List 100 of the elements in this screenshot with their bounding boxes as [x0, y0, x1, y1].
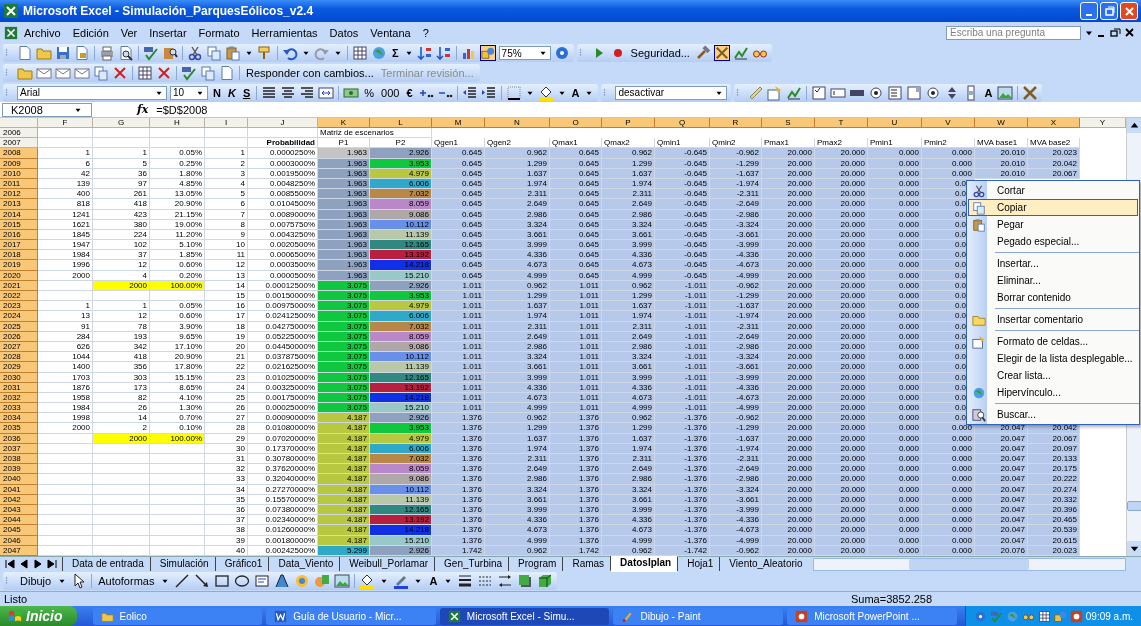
row-header[interactable]: 2010	[0, 168, 38, 179]
taskbar-button[interactable]: Microsoft Excel - Simu...	[439, 607, 610, 625]
row-header[interactable]: 2046	[0, 535, 38, 546]
row-header[interactable]: 2041	[0, 484, 38, 495]
underline-button[interactable]: S	[240, 86, 253, 99]
column-header[interactable]: H	[150, 118, 205, 128]
row-header[interactable]: 2007	[0, 138, 38, 149]
column-header[interactable]: N	[485, 118, 550, 128]
menu-item[interactable]: Edición	[66, 24, 115, 41]
menu-item[interactable]: Ver	[114, 24, 144, 41]
row-header[interactable]: 2012	[0, 189, 38, 200]
row-header[interactable]: 2035	[0, 423, 38, 434]
row-header[interactable]: 2045	[0, 525, 38, 536]
row-header[interactable]: 2023	[0, 301, 38, 312]
row-header[interactable]: 2025	[0, 321, 38, 332]
row-header[interactable]: 2015	[0, 219, 38, 230]
autosum-button[interactable]: Σ	[390, 47, 401, 59]
row-header[interactable]: 2040	[0, 474, 38, 485]
row-header[interactable]: 2028	[0, 352, 38, 363]
column-header[interactable]: M	[432, 118, 485, 128]
row-header[interactable]: 2030	[0, 372, 38, 383]
row-header[interactable]: 2014	[0, 209, 38, 220]
row-header[interactable]: 2044	[0, 515, 38, 526]
column-header[interactable]: I	[205, 118, 248, 128]
formula-field[interactable]: =$D$2008	[156, 103, 208, 116]
column-header[interactable]: S	[762, 118, 815, 128]
column-header[interactable]: W	[975, 118, 1028, 128]
menu-item[interactable]: Copiar	[968, 199, 1138, 216]
percent-button[interactable]: %	[362, 86, 377, 99]
row-header[interactable]: 2029	[0, 362, 38, 373]
menu-item[interactable]: Archivo	[18, 24, 67, 41]
row-header[interactable]: 2019	[0, 260, 38, 271]
column-header[interactable]: V	[922, 118, 975, 128]
column-header[interactable]: T	[815, 118, 868, 128]
column-header[interactable]: L	[370, 118, 432, 128]
row-header[interactable]: 2032	[0, 392, 38, 404]
font-size-dropdown[interactable]: 10	[170, 85, 208, 100]
column-header[interactable]: F	[38, 118, 93, 128]
column-header[interactable]: K	[318, 118, 370, 128]
italic-button[interactable]: K	[225, 86, 238, 99]
row-header[interactable]: 2022	[0, 291, 38, 302]
row-header[interactable]: 2009	[0, 158, 38, 169]
column-header[interactable]: X	[1028, 118, 1080, 128]
column-header[interactable]: P	[602, 118, 655, 128]
row-header[interactable]: 2006	[0, 128, 38, 139]
row-header[interactable]: 2024	[0, 311, 38, 322]
taskbar-button[interactable]: Dibujo - Paint	[613, 607, 784, 625]
row-header[interactable]: 2031	[0, 382, 38, 393]
row-header[interactable]: 2033	[0, 403, 38, 414]
reply-with-changes-button[interactable]: Responder con cambios...	[244, 67, 376, 79]
row-header[interactable]: 2027	[0, 341, 38, 353]
bold-button[interactable]: N	[211, 86, 223, 99]
menu-item[interactable]: Formato	[192, 24, 246, 41]
row-header[interactable]: 2047	[0, 545, 38, 556]
style-dropdown[interactable]: desactivar	[615, 85, 728, 100]
row-header[interactable]: 2039	[0, 464, 38, 475]
row-header[interactable]: 2013	[0, 199, 38, 210]
row-header[interactable]: 2042	[0, 494, 38, 505]
menu-item[interactable]: Insertar	[143, 24, 193, 41]
row-header[interactable]: 2017	[0, 240, 38, 251]
row-header[interactable]: 2016	[0, 229, 38, 241]
row-header[interactable]: 2020	[0, 270, 38, 281]
row-header[interactable]: 2008	[0, 148, 38, 159]
menu-item[interactable]: Herramientas	[245, 24, 324, 41]
menu-item[interactable]: Datos	[323, 24, 365, 41]
column-header[interactable]: Y	[1080, 118, 1126, 128]
row-header[interactable]: 2043	[0, 504, 38, 516]
column-header[interactable]: O	[550, 118, 602, 128]
zoom-dropdown[interactable]: 75%	[498, 46, 551, 60]
column-header[interactable]: Q	[655, 118, 710, 128]
row-header[interactable]: 2037	[0, 443, 38, 454]
euro-button[interactable]: €	[404, 86, 415, 99]
row-header[interactable]: 2011	[0, 178, 38, 190]
font-dropdown[interactable]: Arial	[17, 85, 167, 100]
table-cell: 0.000	[868, 321, 922, 332]
taskbar-button[interactable]: Guía de Usuario - Micr...	[266, 607, 436, 625]
label-button[interactable]: A	[982, 86, 995, 99]
row-header[interactable]: 2018	[0, 250, 38, 261]
help-search-field[interactable]: Escriba una pregunta	[946, 25, 1081, 40]
sheet-tab[interactable]: DatosIplan	[610, 556, 678, 572]
column-header[interactable]: J	[248, 118, 318, 128]
row-header[interactable]: 2036	[0, 433, 38, 444]
menu-item[interactable]: Ventana	[364, 24, 417, 41]
insert-function-button[interactable]: fx	[137, 103, 149, 116]
draw-menu[interactable]: Dibujo	[18, 575, 54, 587]
row-header[interactable]: 2026	[0, 331, 38, 342]
menu-item[interactable]: ?	[416, 24, 435, 41]
taskbar-button[interactable]: Eolico	[92, 607, 263, 625]
column-header[interactable]: G	[93, 118, 150, 128]
font-color-button[interactable]: A	[569, 86, 582, 99]
autoshapes-menu[interactable]: Autoformas	[96, 575, 157, 587]
column-header[interactable]: U	[868, 118, 922, 128]
row-header[interactable]: 2038	[0, 454, 38, 465]
taskbar-button[interactable]: Microsoft PowerPoint ...	[787, 607, 957, 625]
name-box[interactable]: K2008	[2, 102, 92, 117]
thousands-button[interactable]: 000	[379, 86, 402, 99]
column-header[interactable]: R	[710, 118, 762, 128]
row-header[interactable]: 2021	[0, 280, 38, 291]
row-header[interactable]: 2034	[0, 413, 38, 424]
font-color-button[interactable]: A	[427, 575, 440, 587]
